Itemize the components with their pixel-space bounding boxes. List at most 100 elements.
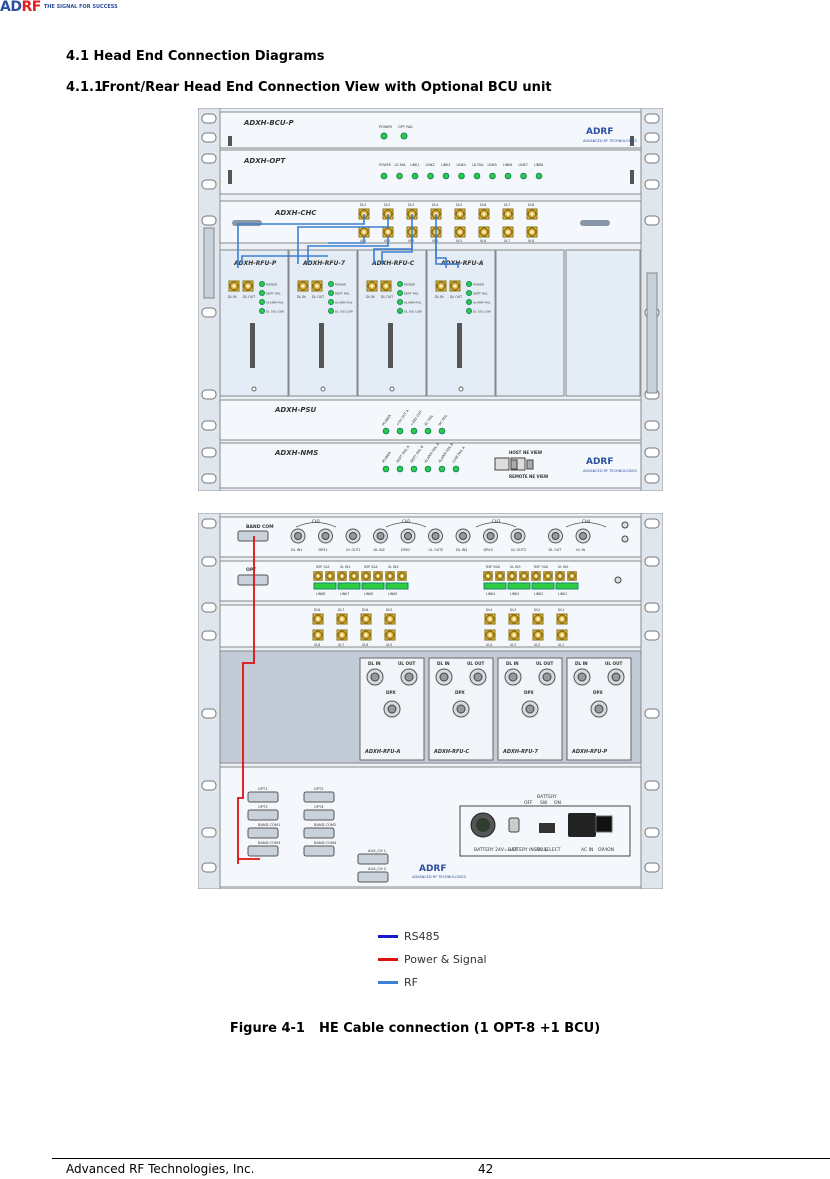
legend-swatch-power	[378, 958, 398, 961]
rfu-dl-out-connector	[380, 280, 392, 292]
nms-led	[396, 465, 404, 473]
opt-led-label: LINK4	[457, 163, 466, 167]
rfu-module-label: ADXH-RFU-P	[233, 260, 277, 267]
rear-battery-off: OFF	[524, 800, 533, 806]
rfu-led	[397, 308, 403, 314]
rfu-led	[259, 281, 265, 287]
chc-rear-label-top: DL1	[558, 608, 564, 612]
rfu-rear-port-label: DL IN	[575, 661, 588, 666]
nms-led	[424, 465, 432, 473]
rfu-rear-port-label: DL IN	[368, 661, 381, 666]
rfu-rear-port-label: UL OUT	[536, 661, 553, 666]
opt-led-label: LINK2	[426, 163, 435, 167]
chc-connector-bottom	[478, 226, 490, 238]
opt-rear-connector	[507, 571, 517, 581]
bcu-rear-port-label: DPX2	[401, 548, 410, 552]
bcu-rear-port-label: UL OUT3	[511, 548, 526, 552]
chc-port-label-bottom: UL6	[480, 239, 486, 243]
psu-rear-port	[303, 827, 335, 839]
bcu-rear-port-label: DL IN3	[456, 548, 467, 552]
psu-rear-port	[357, 871, 389, 883]
opt-rear-connector	[397, 571, 407, 581]
psu-rear-port-label: AUX_CH 2	[368, 867, 386, 871]
rfu-rear-module-label: ADXH-RFU-C	[433, 749, 470, 755]
front-nms-neview: NE VIEW	[523, 450, 543, 455]
front-nms-host: HOST	[509, 450, 522, 455]
chc-rear-connector-top	[312, 613, 324, 625]
psu-rear-port-label: OPT2	[314, 787, 323, 791]
opt-rear-link-label: LINK6	[364, 592, 373, 596]
opt-led-label: LD FAIL	[395, 163, 407, 167]
chc-port-label-bottom: UL5	[456, 239, 462, 243]
opt-led	[411, 172, 419, 180]
nms-led	[382, 465, 390, 473]
rfu-dl-in-connector	[297, 280, 309, 292]
opt-rear-connector	[567, 571, 577, 581]
chc-rear-connector-top	[508, 613, 520, 625]
opt-led-label: LINK7	[519, 163, 528, 167]
bcu-rear-port-label: DL IN2	[374, 548, 385, 552]
chc-rear-label-bottom: UL6	[362, 643, 368, 647]
rfu-led	[397, 281, 403, 287]
rfu-led-label: DEPT FAIL	[404, 292, 419, 296]
chc-rear-label-top: DL3	[510, 608, 516, 612]
chc-rear-connector-bottom	[312, 629, 324, 641]
opt-rear-port-label: UL IN3	[510, 565, 520, 569]
opt-rear-link-bar	[361, 582, 385, 590]
rfu-led	[397, 290, 403, 296]
psu-rear-port-label: OPT4	[314, 805, 324, 809]
logo-tagline: THE SIGNAL FOR SUCCESS	[43, 4, 118, 10]
bcu-rear-port-label: DPX3	[484, 548, 493, 552]
psu-led	[438, 427, 446, 435]
opt-led-label: LINK5	[488, 163, 497, 167]
section-heading: 4.1 Head End Connection Diagrams	[66, 49, 325, 64]
chc-rear-label-top: DL5	[386, 608, 392, 612]
bcu-rear-port-label: DPX1	[319, 548, 328, 552]
chc-connector-top	[526, 208, 538, 220]
rfu-led-label: POWER	[404, 283, 415, 287]
rfu-led-label: DL SIG LOW	[404, 310, 422, 314]
front-brand-bcu: ADRF	[586, 127, 614, 137]
chc-port-label-top: DL8	[528, 203, 534, 207]
opt-rear-link-label: LINK1	[558, 592, 567, 596]
opt-rear-link-label: LINK3	[510, 592, 519, 596]
chc-rear-connector-top	[532, 613, 544, 625]
front-psu-label: ADXH-PSU	[274, 406, 317, 414]
legend-item-rs485: RS485	[378, 925, 487, 948]
rfu-dl-out-connector	[242, 280, 254, 292]
chc-rear-connector-bottom	[508, 629, 520, 641]
psu-rear-port-label: BAND COM2	[314, 823, 336, 827]
front-brand-sub-nms: ADVANCED RF TECHNOLOGIES	[583, 469, 638, 473]
opt-rear-link-bar	[507, 582, 531, 590]
opt-rear-port-label: RSP 7&8	[534, 565, 548, 569]
rear-rack-diagram: BAND COM CH1 CH2 CH3 CH4 DL IN1 DPX1 UL OUT1 DL…	[198, 513, 663, 889]
psu-rear-port	[303, 845, 335, 857]
chc-port-label-top: DL6	[480, 203, 486, 207]
front-chc-label: ADXH-CHC	[274, 209, 317, 217]
rfu-handle	[250, 323, 255, 368]
psu-rear-port-label: OPT1	[258, 787, 267, 791]
rfu-led-label: ALARM FAIL	[473, 301, 491, 305]
opt-led	[442, 172, 450, 180]
opt-led	[473, 172, 481, 180]
rfu-port-label: DL OUT	[243, 295, 255, 299]
chc-port-label-bottom: UL3	[408, 239, 414, 243]
rfu-rear-dpx-label: DPX	[455, 690, 466, 695]
rfu-led	[466, 281, 472, 287]
opt-rear-connector	[373, 571, 383, 581]
rear-battery-on: ON	[554, 800, 561, 806]
rfu-led-label: DL SIG LOW	[335, 310, 353, 314]
opt-led	[396, 172, 403, 180]
opt-rear-connector	[325, 571, 335, 581]
opt-rear-connector	[337, 571, 347, 581]
chc-port-label-bottom: UL4	[432, 239, 438, 243]
rfu-led-label: DEPT FAIL	[335, 292, 350, 296]
chc-port-label-bottom: UL7	[504, 239, 510, 243]
legend-swatch-rs485	[378, 935, 398, 938]
front-bcu-led-0: POWER	[379, 125, 393, 129]
legend-item-rf: RF	[378, 971, 487, 994]
chc-rear-label-bottom: UL3	[510, 643, 516, 647]
rfu-handle	[319, 323, 324, 368]
chc-rear-connector-top	[556, 613, 568, 625]
page-number: 42	[478, 1162, 494, 1176]
